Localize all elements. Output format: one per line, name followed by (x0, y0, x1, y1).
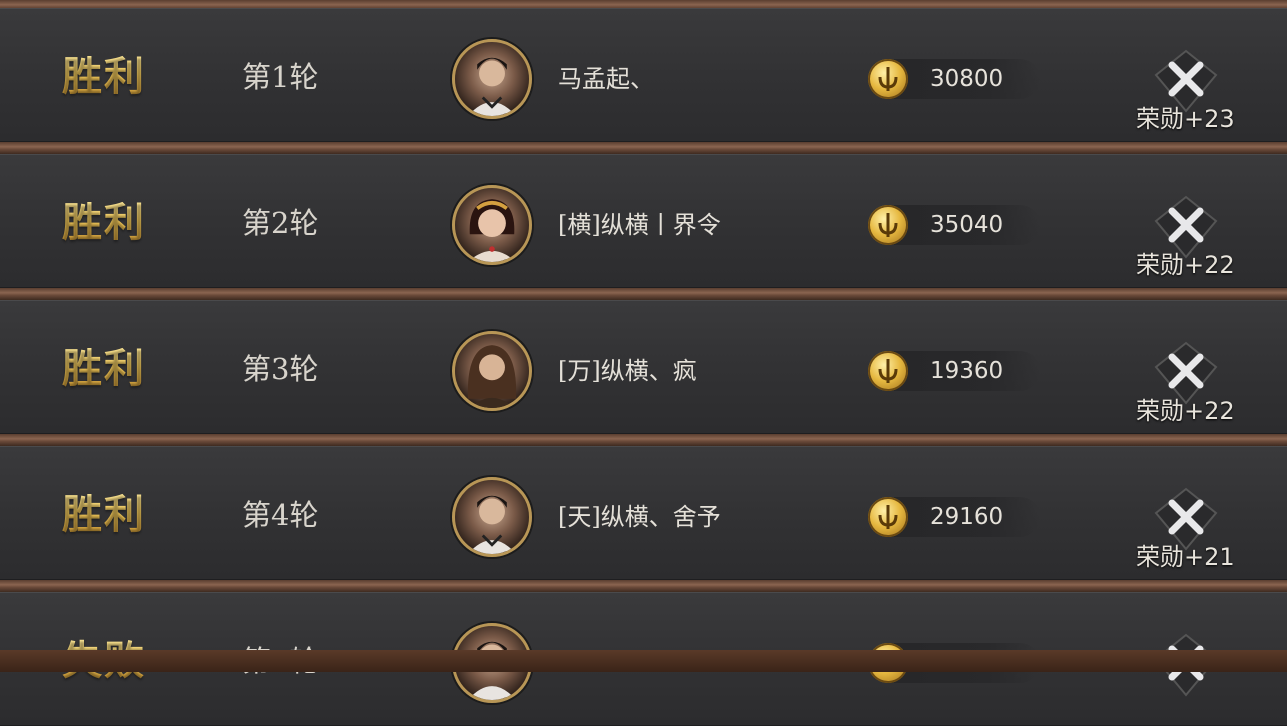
avatar-longhair-icon[interactable] (452, 331, 532, 411)
player-name: [万]纵横、疯 (558, 357, 697, 385)
power-coin-icon (868, 59, 908, 99)
battle-record-list: 胜利 第1轮 马孟起、 30800 荣勋+23 胜利 第2轮 [横]纵横丨界令 (0, 0, 1287, 726)
power-coin-icon (868, 205, 908, 245)
avatar-female-icon[interactable] (452, 185, 532, 265)
result-label: 胜利 (62, 193, 172, 253)
battle-row[interactable]: 胜利 第3轮 [万]纵横、疯 19360 荣勋+22 (0, 300, 1287, 434)
player-name: [横]纵横丨界令 (558, 211, 721, 239)
score-value: 29160 (930, 504, 1004, 530)
score-value: 35040 (930, 212, 1004, 238)
round-label: 第1轮 (242, 60, 319, 94)
round-label: 第4轮 (242, 498, 319, 532)
score-value: 19360 (930, 358, 1004, 384)
battle-row[interactable]: 胜利 第2轮 [横]纵横丨界令 35040 荣勋+22 (0, 154, 1287, 288)
score-pill: 29160 (868, 497, 1040, 537)
honor-reward: 荣勋+22 (1136, 251, 1235, 279)
avatar-male-icon[interactable] (452, 39, 532, 119)
bottom-frame (0, 650, 1287, 672)
power-coin-icon (868, 351, 908, 391)
player-name: [天]纵横、舍予 (558, 503, 721, 531)
result-label: 胜利 (62, 485, 172, 545)
score-pill: 19360 (868, 351, 1040, 391)
round-label: 第3轮 (242, 352, 319, 386)
player-name: 马孟起、 (558, 65, 654, 93)
row-divider (0, 434, 1287, 446)
result-label: 胜利 (62, 339, 172, 399)
battle-row[interactable]: 胜利 第4轮 [天]纵横、舍予 29160 荣勋+21 (0, 446, 1287, 580)
honor-reward: 荣勋+23 (1136, 105, 1235, 133)
score-pill: 35040 (868, 205, 1040, 245)
honor-reward: 荣勋+22 (1136, 397, 1235, 425)
score-pill: 30800 (868, 59, 1040, 99)
battle-row[interactable]: 胜利 第1轮 马孟起、 30800 荣勋+23 (0, 8, 1287, 142)
power-coin-icon (868, 497, 908, 537)
result-label: 胜利 (62, 47, 172, 107)
score-value: 30800 (930, 66, 1004, 92)
row-divider (0, 288, 1287, 300)
round-label: 第2轮 (242, 206, 319, 240)
row-divider (0, 142, 1287, 154)
row-divider (0, 580, 1287, 592)
honor-reward: 荣勋+21 (1136, 543, 1235, 571)
avatar-male-icon[interactable] (452, 477, 532, 557)
